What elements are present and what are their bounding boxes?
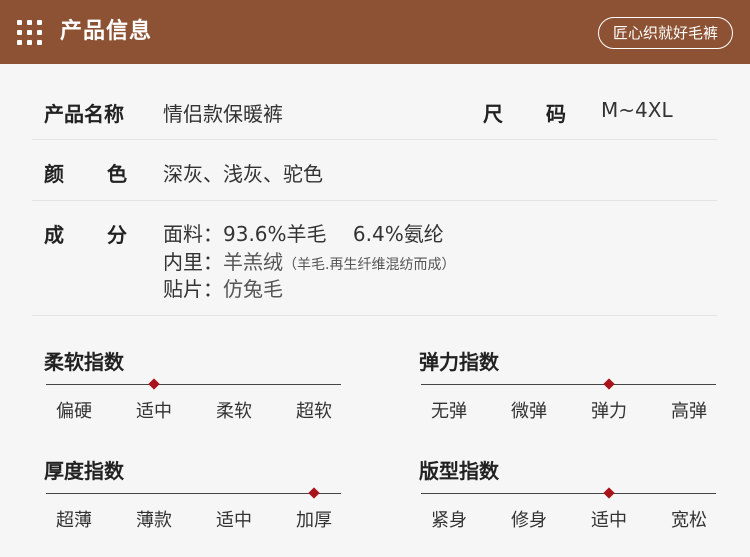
fit-option: 紧身 (431, 510, 467, 531)
softness-option: 适中 (136, 401, 172, 422)
softness-option: 超软 (296, 401, 332, 422)
lining-note: （羊毛.再生纤维混纺而成） (283, 257, 456, 273)
fit-option: 适中 (591, 510, 627, 531)
patch-value: 仿兔毛 (223, 277, 283, 301)
lining-label: 内里： (163, 250, 223, 274)
thickness-option: 超薄 (56, 510, 92, 531)
fabric-line: 面料：93.6%羊毛 6.4%氨纶 (163, 218, 444, 247)
elasticity-option: 弹力 (591, 401, 627, 422)
page-title: 产品信息 (60, 19, 153, 44)
color-value: 深灰、浅灰、驼色 (163, 162, 323, 186)
row-name-size: 产品名称 情侣款保暖裤 尺码 M~4XL (32, 82, 717, 140)
size-label: 尺码 (483, 102, 609, 126)
fit-selected-marker (603, 487, 615, 499)
softness-option: 柔软 (216, 401, 252, 422)
patch-line: 贴片：仿兔毛 (163, 273, 283, 302)
patch-label: 贴片： (163, 277, 223, 301)
lining-line: 内里：羊羔绒（羊毛.再生纤维混纺而成） (163, 246, 455, 275)
elasticity-option: 高弹 (671, 401, 707, 422)
fit-option: 宽松 (671, 510, 707, 531)
thickness-index-title: 厚度指数 (44, 459, 124, 483)
composition-label: 成分 (44, 223, 170, 247)
color-label: 颜色 (44, 162, 170, 186)
fabric-label: 面料： (163, 222, 223, 246)
fabric-value: 93.6%羊毛 6.4%氨纶 (223, 222, 444, 246)
elasticity-selected-marker (603, 378, 615, 390)
thickness-option: 薄款 (136, 510, 172, 531)
size-value: M~4XL (601, 98, 673, 122)
slogan-badge: 匠心织就好毛裤 (597, 17, 733, 49)
fit-scale-line (421, 493, 716, 494)
elasticity-option: 无弹 (431, 401, 467, 422)
softness-selected-marker (148, 378, 160, 390)
softness-scale-line (46, 384, 341, 385)
thickness-selected-marker (308, 487, 320, 499)
name-value: 情侣款保暖裤 (163, 102, 283, 126)
elasticity-scale-line (421, 384, 716, 385)
softness-option: 偏硬 (56, 401, 92, 422)
softness-index-title: 柔软指数 (44, 350, 124, 374)
row-composition: 成分 面料：93.6%羊毛 6.4%氨纶 内里：羊羔绒（羊毛.再生纤维混纺而成）… (32, 201, 717, 316)
fit-index-title: 版型指数 (419, 459, 499, 483)
grid-icon (17, 20, 43, 46)
fit-option: 修身 (511, 510, 547, 531)
thickness-option: 适中 (216, 510, 252, 531)
thickness-scale-line (46, 493, 341, 494)
elasticity-option: 微弹 (511, 401, 547, 422)
header-bar: 产品信息 匠心织就好毛裤 (0, 0, 750, 64)
name-label: 产品名称 (44, 102, 124, 126)
thickness-option: 加厚 (296, 510, 332, 531)
lining-value: 羊羔绒 (223, 250, 283, 274)
row-color: 颜色 深灰、浅灰、驼色 (32, 140, 717, 201)
elasticity-index-title: 弹力指数 (419, 350, 499, 374)
